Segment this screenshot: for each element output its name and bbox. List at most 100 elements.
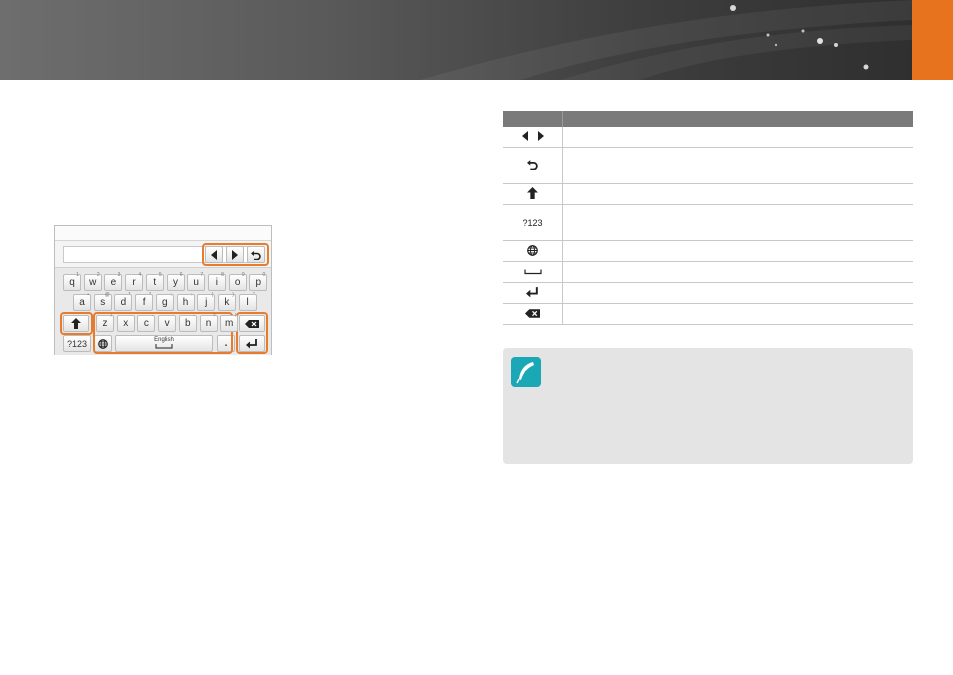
letter-key-label: g	[162, 297, 168, 308]
letter-key-o[interactable]: o9	[228, 272, 247, 291]
table-cell-description	[562, 147, 913, 184]
backspace-icon	[503, 303, 563, 325]
secondary-char-label: 9	[241, 272, 245, 278]
keyboard-screenshot: ?123 English . q 1 w 2 e 3 r 4 t 5 y 6 u 7 i 8 o 9 p 0 a • s @ d…	[54, 225, 272, 355]
letter-key-v[interactable]: v	[158, 315, 177, 332]
letter-key-x[interactable]: x	[116, 315, 135, 332]
letter-key-label: j	[205, 297, 208, 308]
secondary-char-label: )	[232, 292, 234, 298]
secondary-char-label: :	[191, 292, 193, 298]
arrows-icon	[503, 127, 563, 148]
letter-key-label: z	[102, 318, 108, 329]
letter-key-y[interactable]: y6	[166, 272, 185, 291]
table-cell-description	[562, 261, 913, 283]
letter-key-label: l	[246, 297, 249, 308]
secondary-char-label: ?	[212, 313, 216, 319]
secondary-char-label: /	[110, 313, 112, 319]
table-row: ?123	[503, 204, 913, 241]
letter-key-label: n	[205, 318, 212, 329]
highlight-shift	[60, 312, 93, 335]
letter-key-t[interactable]: t5	[145, 272, 164, 291]
letter-key-label: i	[215, 277, 218, 288]
key-function-table: ?123	[503, 111, 913, 325]
letter-key-p[interactable]: p0	[249, 272, 268, 291]
secondary-char-label: -	[193, 313, 195, 319]
letter-key-label: c	[143, 318, 149, 329]
symbols-label: ?123	[503, 204, 563, 241]
table-cell-description	[562, 127, 913, 148]
table-row	[503, 147, 913, 184]
letter-key-label: f	[142, 297, 146, 308]
letter-key-label: u	[193, 277, 199, 288]
table-row	[503, 183, 913, 205]
secondary-char-label: 7	[200, 272, 204, 278]
highlight-arrows-undo	[202, 243, 269, 266]
letter-key-m[interactable]: m!	[220, 313, 239, 332]
table-row	[503, 261, 913, 283]
secondary-char-label: !	[234, 313, 237, 319]
letter-key-j[interactable]: j(	[197, 292, 216, 311]
letter-key-label: x	[123, 318, 129, 329]
secondary-char-label: 2	[96, 272, 100, 278]
letter-key-r[interactable]: r4	[125, 272, 144, 291]
secondary-char-label: •	[87, 292, 89, 298]
space-icon	[503, 261, 563, 283]
secondary-char-label: (	[211, 292, 214, 298]
letter-key-label: r	[132, 277, 136, 288]
letter-key-label: q	[69, 277, 75, 288]
letter-key-f[interactable]: f *	[135, 292, 154, 311]
secondary-char-label: 8	[221, 272, 224, 278]
table-row	[503, 282, 913, 304]
table-cell-description	[562, 303, 913, 325]
letter-key-q[interactable]: q1	[63, 272, 81, 291]
decorative-swoosh	[420, 0, 912, 80]
table-cell-description	[562, 204, 913, 241]
letter-key-label: o	[234, 277, 241, 288]
table-cell-description	[562, 282, 913, 304]
letter-key-label: s	[100, 297, 106, 308]
enter-icon	[503, 282, 563, 304]
letter-key-label: b	[185, 318, 191, 329]
secondary-char-label: @	[104, 292, 110, 298]
letter-key-i[interactable]: i8	[207, 272, 226, 291]
letter-key-d[interactable]: d *	[114, 292, 133, 311]
letter-key-label: h	[182, 297, 189, 308]
undo-icon	[503, 147, 563, 184]
secondary-char-label: 4	[138, 272, 142, 278]
secondary-char-label: *	[149, 292, 152, 298]
symbols-key[interactable]: ?123	[63, 335, 91, 352]
secondary-char-label: "	[252, 292, 255, 298]
letter-key-b[interactable]: b-	[178, 313, 197, 332]
table-row	[503, 240, 913, 262]
letter-key-label: y	[173, 277, 178, 288]
letter-key-a[interactable]: a •	[73, 292, 91, 311]
secondary-char-label: 1	[76, 272, 79, 278]
letter-key-g[interactable]: g:	[155, 292, 174, 311]
letter-key-z[interactable]: z /	[96, 313, 114, 332]
letter-key-u[interactable]: u7	[187, 272, 206, 291]
letter-key-c[interactable]: c-	[137, 313, 156, 332]
letter-key-label: m	[225, 318, 234, 329]
letter-key-label: w	[89, 277, 97, 288]
chapter-tab	[912, 0, 953, 80]
table-row	[503, 303, 913, 325]
keyboard-title-bar	[55, 226, 271, 241]
letter-key-w[interactable]: w2	[83, 272, 102, 291]
note-box	[503, 348, 913, 464]
table-header-icon	[503, 111, 563, 127]
letter-key-l[interactable]: l "	[238, 292, 257, 311]
letter-key-label: a	[79, 297, 85, 308]
letter-key-k[interactable]: k)	[217, 292, 236, 311]
secondary-char-label: *	[128, 292, 131, 298]
letter-key-n[interactable]: n?	[199, 313, 218, 332]
secondary-char-label: 3	[117, 272, 121, 278]
table-cell-description	[562, 183, 913, 205]
highlight-backspace-enter	[236, 312, 268, 354]
letter-key-s[interactable]: s @	[93, 292, 112, 311]
letter-key-e[interactable]: e3	[104, 272, 123, 291]
letter-key-label: e	[110, 277, 117, 288]
globe-icon	[503, 240, 563, 262]
header-banner	[0, 0, 912, 80]
letter-key-h[interactable]: h:	[176, 292, 195, 311]
shift-icon	[503, 183, 563, 205]
